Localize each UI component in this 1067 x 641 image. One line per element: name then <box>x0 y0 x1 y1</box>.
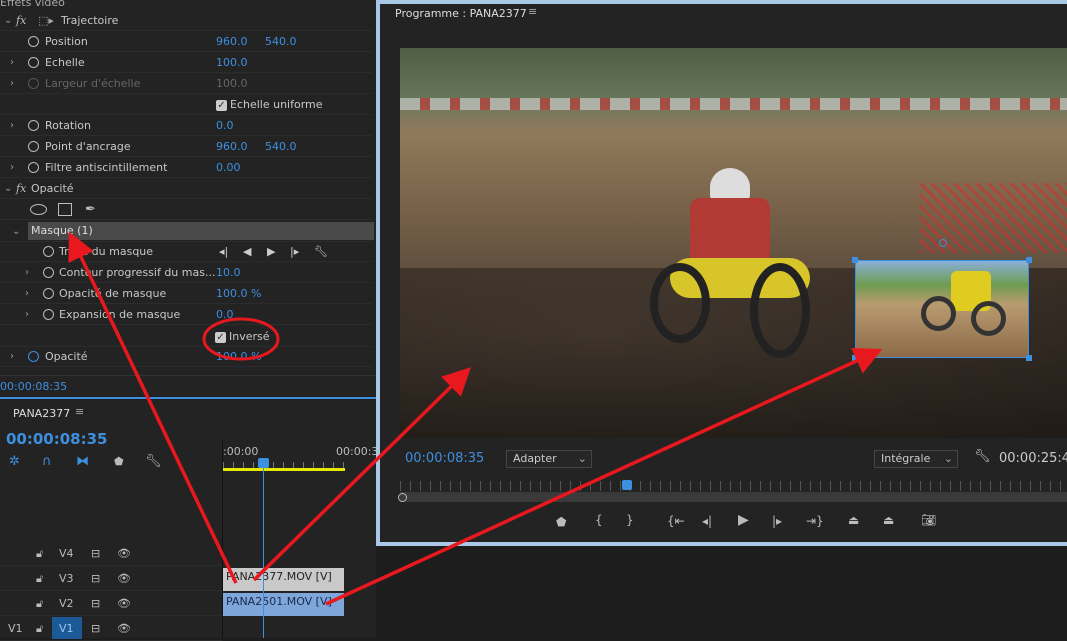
highlight-circle-inverted <box>202 317 280 361</box>
arrow-to-inset <box>325 348 883 606</box>
arrow-to-mask <box>68 231 238 584</box>
arrow-to-video <box>252 367 471 582</box>
annotation-overlay <box>68 231 883 606</box>
